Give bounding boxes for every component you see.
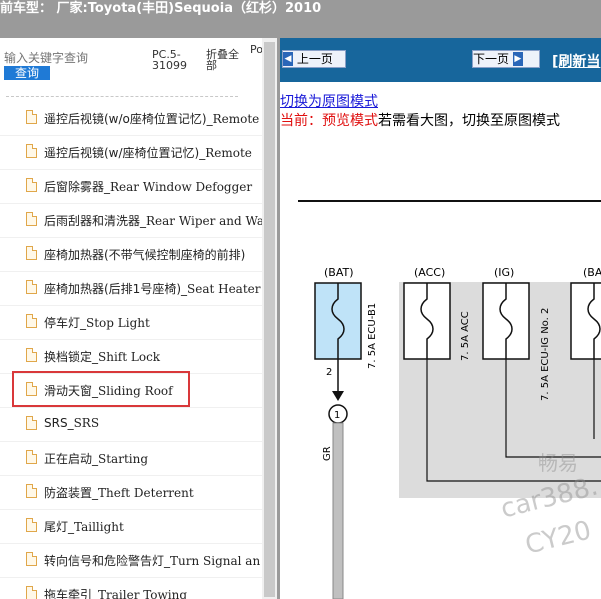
column-po: Po bbox=[250, 43, 262, 56]
item-label: 遥控后视镜(w/座椅位置记忆)_Remote bbox=[44, 146, 252, 160]
document-icon bbox=[26, 314, 37, 328]
sidebar: 查询 PC.5-31099 折叠全部 Po 遥控后视镜(w/o座椅位置记忆)_R… bbox=[0, 38, 262, 599]
list-item[interactable]: 拖车牵引_Trailer Towing bbox=[0, 577, 262, 599]
window-title: 前车型： 厂家:Toyota(丰田)Sequoia（红杉）2010 bbox=[0, 1, 322, 16]
document-icon bbox=[26, 212, 37, 226]
list-item[interactable]: 遥控后视镜(w/o座椅位置记忆)_Remote bbox=[0, 101, 262, 136]
item-label: 遥控后视镜(w/o座椅位置记忆)_Remote bbox=[44, 112, 260, 126]
fuse-acc-label: 7. 5A ACC bbox=[460, 311, 471, 361]
scrollbar-thumb[interactable] bbox=[264, 42, 275, 597]
item-label: 后雨刮器和清洗器_Rear Wiper and Wa bbox=[44, 214, 262, 228]
item-label: 停车灯_Stop Light bbox=[44, 316, 150, 330]
document-icon bbox=[26, 178, 37, 192]
list-item[interactable]: 换档锁定_Shift Lock bbox=[0, 339, 262, 374]
notice-hint: 若需看大图，切换至原图模式 bbox=[378, 113, 560, 129]
item-label: 座椅加热器(不带气候控制座椅的前排) bbox=[44, 248, 246, 262]
bat-label: (BAT) bbox=[324, 266, 354, 279]
next-page-button[interactable]: 下一页 ▶ bbox=[472, 50, 540, 68]
list-item[interactable]: 后雨刮器和清洗器_Rear Wiper and Wa bbox=[0, 203, 262, 238]
item-label: 拖车牵引_Trailer Towing bbox=[44, 588, 188, 599]
list-item[interactable]: 遥控后视镜(w/座椅位置记忆)_Remote bbox=[0, 135, 262, 170]
mode-notice: 当前：预览模式若需看大图，切换至原图模式 bbox=[280, 110, 560, 130]
arrow-down-icon bbox=[332, 391, 344, 401]
notice-current-mode: 当前：预览模式 bbox=[280, 113, 378, 129]
document-icon bbox=[26, 246, 37, 260]
viewer-toolbar: ◀ 上一页 下一页 ▶ [刷新当 bbox=[280, 38, 601, 82]
document-icon bbox=[26, 348, 37, 362]
column-pc-code: PC.5-31099 bbox=[152, 48, 187, 72]
list-item[interactable]: 尾灯_Taillight bbox=[0, 509, 262, 544]
item-label: 转向信号和危险警告灯_Turn Signal an bbox=[44, 554, 261, 568]
document-icon bbox=[26, 280, 37, 294]
list-item[interactable]: 座椅加热器(后排1号座椅)_Seat Heater bbox=[0, 271, 262, 306]
document-icon bbox=[26, 552, 37, 566]
wire-gr bbox=[332, 422, 344, 599]
list-item[interactable]: 防盗装置_Theft Deterrent bbox=[0, 475, 262, 510]
wire-color-label: GR bbox=[322, 446, 333, 461]
document-icon bbox=[26, 518, 37, 532]
sidebar-scrollbar[interactable] bbox=[262, 38, 277, 599]
search-button[interactable]: 查询 bbox=[4, 66, 50, 80]
selection-highlight-box bbox=[12, 371, 190, 407]
document-icon bbox=[26, 416, 37, 430]
ba-label: (BA bbox=[583, 266, 601, 279]
pin-number: 2 bbox=[326, 367, 332, 378]
document-icon bbox=[26, 144, 37, 158]
item-label: 尾灯_Taillight bbox=[44, 520, 124, 534]
list-item[interactable]: 停车灯_Stop Light bbox=[0, 305, 262, 340]
collapse-all-link[interactable]: 折叠全部 bbox=[206, 49, 246, 71]
arrow-right-icon: ▶ bbox=[512, 52, 523, 66]
document-icon bbox=[26, 110, 37, 124]
document-icon bbox=[26, 484, 37, 498]
item-label: 正在启动_Starting bbox=[44, 452, 149, 466]
list-item[interactable]: 转向信号和危险警告灯_Turn Signal an bbox=[0, 543, 262, 578]
item-label: 座椅加热器(后排1号座椅)_Seat Heater bbox=[44, 282, 261, 296]
next-page-label: 下一页 bbox=[473, 52, 510, 66]
window-titlebar: 前车型： 厂家:Toyota(丰田)Sequoia（红杉）2010 bbox=[0, 0, 601, 38]
refresh-link[interactable]: [刷新当 bbox=[552, 51, 600, 71]
document-icon bbox=[26, 450, 37, 464]
item-label: 后窗除雾器_Rear Window Defogger bbox=[44, 180, 253, 194]
acc-label: (ACC) bbox=[414, 266, 445, 279]
document-viewer: ◀ 上一页 下一页 ▶ [刷新当 切换为原图模式 当前：预览模式若需看大图，切换… bbox=[280, 38, 601, 599]
search-input[interactable] bbox=[4, 51, 144, 65]
arrow-left-icon: ◀ bbox=[283, 52, 293, 66]
switch-original-mode-link[interactable]: 切换为原图模式 bbox=[280, 91, 378, 111]
item-label: SRS_SRS bbox=[44, 416, 100, 430]
item-label: 换档锁定_Shift Lock bbox=[44, 350, 161, 364]
prev-page-button[interactable]: ◀ 上一页 bbox=[282, 50, 346, 68]
document-icon bbox=[26, 586, 37, 599]
item-label: 防盗装置_Theft Deterrent bbox=[44, 486, 194, 500]
ig-label: (IG) bbox=[494, 266, 514, 279]
fuse-ecu-b1-label: 7. 5A ECU-B1 bbox=[367, 303, 378, 369]
connector-number: 1 bbox=[334, 410, 340, 421]
divider bbox=[6, 96, 238, 97]
list-item[interactable]: 正在启动_Starting bbox=[0, 441, 262, 476]
prev-page-label: 上一页 bbox=[296, 52, 333, 66]
list-item[interactable]: 座椅加热器(不带气候控制座椅的前排) bbox=[0, 237, 262, 272]
list-item[interactable]: SRS_SRS bbox=[0, 407, 262, 442]
fuse-ecu-ig-no2-label: 7. 5A ECU-IG No. 2 bbox=[540, 308, 551, 401]
watermark-text: 畅易 bbox=[538, 451, 578, 475]
list-item[interactable]: 后窗除雾器_Rear Window Defogger bbox=[0, 169, 262, 204]
